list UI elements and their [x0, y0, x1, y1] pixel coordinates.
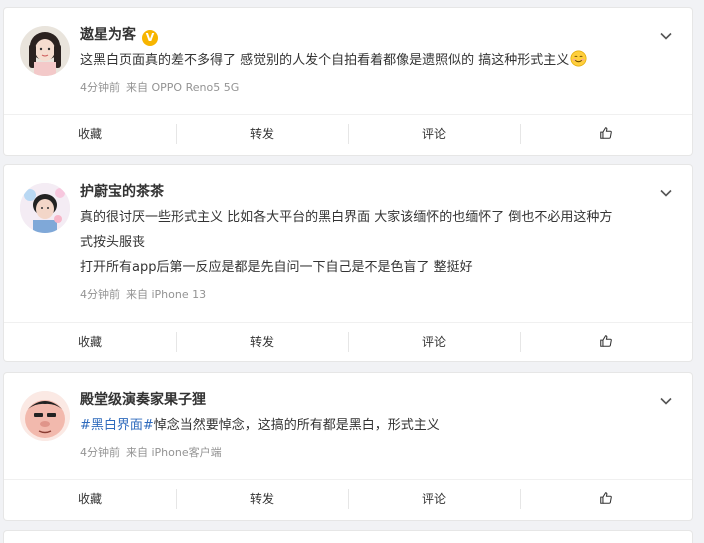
action-bar: 收藏 转发 评论: [4, 114, 692, 152]
user-name[interactable]: 护蔚宝的茶茶: [80, 183, 164, 201]
comment-button[interactable]: 评论: [348, 115, 520, 153]
post-meta: 4分钟前 来自 iPhone 13: [80, 286, 206, 302]
avatar-image: [20, 26, 70, 76]
post-meta: 4分钟前 来自 OPPO Reno5 5G: [80, 79, 239, 95]
action-bar: 收藏 转发 评论: [4, 479, 692, 517]
post-text: 这黑白页面真的差不多得了 感觉别的人发个自拍看着都像是遗照似的 搞这种形式主义: [80, 48, 670, 73]
post-card: 护蔚宝的茶茶 真的很讨厌一些形式主义 比如各大平台的黑白界面 大家该缅怀的也缅怀…: [4, 165, 692, 361]
user-name-text[interactable]: 遨星为客: [80, 27, 136, 43]
post-text-line: 式按头服丧: [80, 235, 146, 250]
post-text-line: 真的很讨厌一些形式主义 比如各大平台的黑白界面 大家该缅怀的也缅怀了 倒也不必用…: [80, 210, 613, 225]
avatar-image: [20, 183, 70, 233]
favorite-button[interactable]: 收藏: [4, 323, 176, 361]
post-meta: 4分钟前 来自 iPhone客户端: [80, 444, 222, 460]
post-text-line: 打开所有app后第一反应是都是先自问一下自己是不是色盲了 整挺好: [80, 260, 473, 275]
chevron-down-icon[interactable]: [658, 393, 674, 409]
repost-button[interactable]: 转发: [176, 115, 348, 153]
chevron-down-icon[interactable]: [658, 28, 674, 44]
post-time[interactable]: 4分钟前: [80, 81, 120, 94]
repost-button[interactable]: 转发: [176, 480, 348, 518]
post-time[interactable]: 4分钟前: [80, 288, 120, 301]
avatar[interactable]: [20, 391, 70, 441]
like-button[interactable]: [520, 480, 692, 518]
user-name[interactable]: 遨星为客 V: [80, 26, 158, 46]
comment-button[interactable]: 评论: [348, 323, 520, 361]
avatar[interactable]: [20, 183, 70, 233]
user-name[interactable]: 殿堂级演奏家果子狸: [80, 391, 206, 409]
smile-emoji-icon: [570, 50, 587, 67]
post-card-partial: [4, 531, 692, 543]
thumbs-up-icon: [600, 126, 612, 139]
favorite-button[interactable]: 收藏: [4, 480, 176, 518]
verified-icon: V: [142, 30, 158, 46]
post-time[interactable]: 4分钟前: [80, 446, 120, 459]
post-source: 来自 iPhone客户端: [126, 446, 222, 459]
post-text: 真的很讨厌一些形式主义 比如各大平台的黑白界面 大家该缅怀的也缅怀了 倒也不必用…: [80, 205, 670, 280]
post-card: 殿堂级演奏家果子狸 #黑白界面#悼念当然要悼念，这搞的所有都是黑白，形式主义 4…: [4, 373, 692, 520]
thumbs-up-icon: [600, 334, 612, 347]
thumbs-up-icon: [600, 491, 612, 504]
post-text: #黑白界面#悼念当然要悼念，这搞的所有都是黑白，形式主义: [80, 413, 670, 438]
post-source: 来自 iPhone 13: [126, 288, 207, 301]
favorite-button[interactable]: 收藏: [4, 115, 176, 153]
action-bar: 收藏 转发 评论: [4, 322, 692, 360]
comment-button[interactable]: 评论: [348, 480, 520, 518]
post-source: 来自 OPPO Reno5 5G: [126, 81, 240, 94]
post-text-line: 这黑白页面真的差不多得了 感觉别的人发个自拍看着都像是遗照似的 搞这种形式主义: [80, 53, 570, 68]
post-card: 遨星为客 V 这黑白页面真的差不多得了 感觉别的人发个自拍看着都像是遗照似的 搞这…: [4, 8, 692, 155]
avatar-image: [20, 391, 70, 441]
chevron-down-icon[interactable]: [658, 185, 674, 201]
hashtag-link[interactable]: #黑白界面#: [80, 418, 154, 433]
post-text-line: 悼念当然要悼念，这搞的所有都是黑白，形式主义: [153, 418, 440, 433]
like-button[interactable]: [520, 323, 692, 361]
repost-button[interactable]: 转发: [176, 323, 348, 361]
like-button[interactable]: [520, 115, 692, 153]
avatar[interactable]: [20, 26, 70, 76]
